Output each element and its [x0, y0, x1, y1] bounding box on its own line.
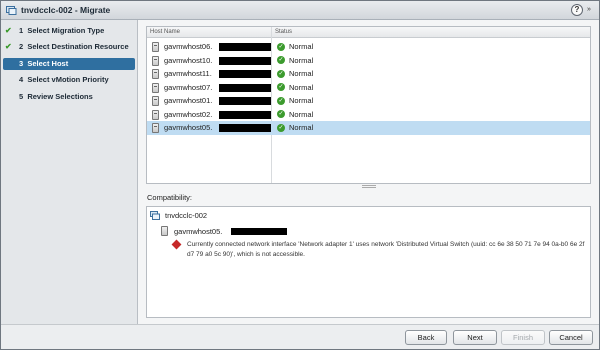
migrate-dialog: tnvdcclc-002 - Migrate ? » ✔ 1 Select Mi…: [0, 0, 600, 350]
server-icon: [152, 96, 159, 106]
redaction-bar: [219, 83, 271, 92]
status-ok-icon: ✓: [277, 69, 285, 78]
table-row[interactable]: gavmwhost10. ✓ Normal: [147, 54, 590, 68]
status-ok-icon: ✓: [277, 56, 285, 64]
table-row[interactable]: gavmwhost07. ✓ Normal: [147, 81, 590, 95]
server-icon: [152, 55, 159, 66]
host-status: Normal: [289, 42, 314, 51]
redaction-bar: [219, 124, 271, 132]
compat-vm-name: tnvdcclc-002: [165, 211, 208, 220]
wizard-steps: ✔ 1 Select Migration Type ✔ 2 Select Des…: [1, 20, 138, 324]
host-status: Normal: [289, 82, 314, 92]
host-name: gavmwhost05.: [164, 123, 213, 132]
step-label: Select vMotion Priority: [27, 75, 109, 84]
server-icon: [152, 69, 159, 79]
server-icon: [152, 123, 159, 133]
redaction-bar: [219, 43, 271, 51]
compatibility-panel: tnvdcclc-002 gavmwhost05. Currently conn…: [146, 206, 591, 318]
main-content: Host Name Status gavmwhost06. ✓ Normal g…: [139, 20, 599, 324]
help-button[interactable]: ?: [571, 4, 583, 16]
status-ok-icon: ✓: [277, 110, 285, 118]
redaction-bar: [231, 228, 287, 235]
table-row[interactable]: gavmwhost01. ✓ Normal: [147, 94, 590, 108]
server-icon: [152, 109, 159, 120]
host-name: gavmwhost11.: [164, 69, 212, 78]
step-label: Review Selections: [27, 92, 93, 101]
redaction-bar: [219, 110, 271, 119]
finish-button[interactable]: Finish: [501, 330, 545, 345]
vm-migrate-icon: [6, 6, 17, 15]
host-status: Normal: [289, 55, 314, 65]
step-select-vmotion-priority[interactable]: 4 Select vMotion Priority: [3, 74, 135, 86]
dialog-title: tnvdcclc-002 - Migrate: [21, 5, 111, 15]
table-row[interactable]: gavmwhost06. ✓ Normal: [147, 40, 590, 54]
step-select-migration-type[interactable]: ✔ 1 Select Migration Type: [3, 25, 135, 37]
expand-button[interactable]: »: [587, 6, 591, 13]
step-label: Select Host: [27, 59, 69, 68]
column-header-host-name[interactable]: Host Name: [150, 29, 180, 35]
host-name: gavmwhost10.: [164, 55, 213, 65]
next-button[interactable]: Next: [453, 330, 497, 345]
host-status: Normal: [289, 109, 314, 119]
step-label: Select Destination Resource: [27, 42, 129, 51]
error-icon: [171, 239, 182, 250]
server-icon: [152, 42, 159, 52]
status-ok-icon: ✓: [277, 42, 285, 51]
server-icon: [152, 82, 159, 93]
step-review-selections[interactable]: 5 Review Selections: [3, 91, 135, 103]
checkmark-icon: ✔: [5, 26, 12, 35]
step-select-destination-resource[interactable]: ✔ 2 Select Destination Resource: [3, 41, 135, 53]
table-row[interactable]: gavmwhost02. ✓ Normal: [147, 108, 590, 122]
compatibility-label: Compatibility:: [147, 193, 193, 202]
host-name: gavmwhost06.: [164, 42, 213, 51]
step-label: Select Migration Type: [27, 26, 105, 35]
compat-host-name: gavmwhost05.: [174, 227, 223, 236]
cancel-button[interactable]: Cancel: [549, 330, 593, 345]
redaction-bar: [219, 97, 271, 105]
pane-splitter[interactable]: [146, 184, 591, 189]
host-status: Normal: [289, 96, 314, 105]
status-ok-icon: ✓: [277, 83, 285, 91]
status-ok-icon: ✓: [277, 96, 285, 105]
splitter-grip-icon[interactable]: [362, 185, 376, 188]
checkmark-icon: ✔: [5, 42, 12, 51]
host-name: gavmwhost07.: [164, 82, 213, 92]
table-row[interactable]: gavmwhost11. ✓ Normal: [147, 67, 590, 81]
server-icon: [161, 226, 168, 236]
redaction-bar: [219, 70, 271, 78]
back-button[interactable]: Back: [405, 330, 447, 345]
hosts-table: Host Name Status gavmwhost06. ✓ Normal g…: [146, 26, 591, 184]
vm-icon: [150, 211, 160, 220]
compatibility-error-message: Currently connected network interface 'N…: [187, 241, 585, 258]
title-bar: tnvdcclc-002 - Migrate ? »: [1, 1, 599, 20]
step-select-host[interactable]: 3 Select Host: [3, 58, 135, 70]
host-status: Normal: [289, 123, 314, 132]
host-name: gavmwhost01.: [164, 96, 213, 105]
table-header: Host Name Status: [147, 27, 590, 38]
host-name: gavmwhost02.: [164, 109, 213, 119]
table-row-selected[interactable]: gavmwhost05. ✓ Normal: [147, 121, 590, 135]
dialog-footer: Back Next Finish Cancel: [1, 324, 599, 349]
column-header-status[interactable]: Status: [275, 29, 292, 35]
host-status: Normal: [289, 69, 314, 78]
redaction-bar: [219, 56, 271, 65]
status-ok-icon: ✓: [277, 123, 285, 132]
